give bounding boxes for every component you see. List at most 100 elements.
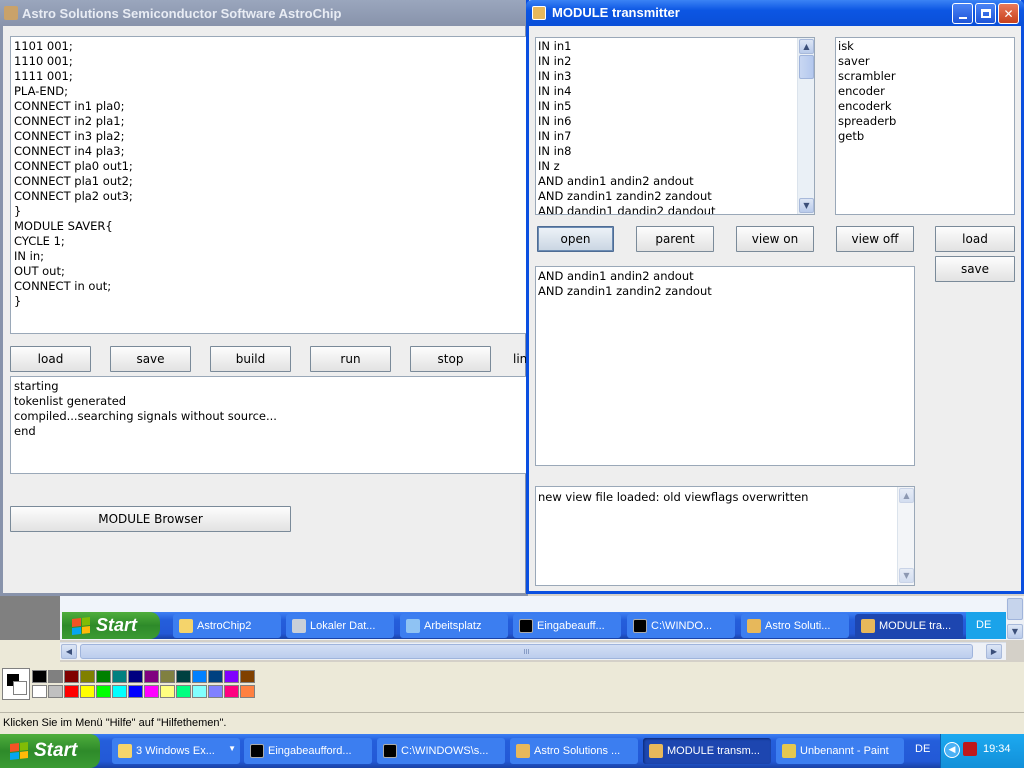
- stop-button[interactable]: stop: [410, 346, 491, 372]
- scroll-down-arrow-icon[interactable]: ▼: [899, 568, 914, 583]
- task-eingabeaufforderung[interactable]: Eingabeaufford...: [244, 738, 372, 764]
- task-paint[interactable]: Unbenannt - Paint: [776, 738, 904, 764]
- palette-swatch[interactable]: [96, 670, 111, 683]
- palette-swatch[interactable]: [112, 670, 127, 683]
- selection-textarea[interactable]: AND andin1 andin2 andout AND zandin1 zan…: [535, 266, 915, 466]
- palette-swatch[interactable]: [208, 685, 223, 698]
- signal-list-item[interactable]: AND zandin1 zandin2 zandout: [538, 189, 716, 204]
- module-list-item[interactable]: encoder: [838, 84, 896, 99]
- signal-list-item[interactable]: IN in6: [538, 114, 716, 129]
- astrochip-titlebar[interactable]: Astro Solutions Semiconductor Software A…: [0, 0, 526, 26]
- palette-swatch[interactable]: [48, 670, 63, 683]
- task-windows-explorer[interactable]: 3 Windows Ex... ▼: [112, 738, 240, 764]
- palette-swatch[interactable]: [160, 670, 175, 683]
- inner-task-astro[interactable]: Astro Soluti...: [741, 614, 849, 638]
- inner-task-module[interactable]: MODULE tra...: [855, 614, 963, 638]
- scroll-up-arrow-icon[interactable]: ▲: [799, 39, 814, 54]
- open-button[interactable]: open: [537, 226, 614, 252]
- paint-vscrollbar[interactable]: ▼: [1006, 596, 1024, 640]
- scroll-right-arrow-icon[interactable]: ▶: [986, 644, 1002, 659]
- module-list-item[interactable]: scrambler: [838, 69, 896, 84]
- palette-swatch[interactable]: [240, 685, 255, 698]
- tray-app-icon[interactable]: [963, 742, 977, 756]
- module-list-item[interactable]: getb: [838, 129, 896, 144]
- scroll-thumb[interactable]: III: [80, 644, 973, 659]
- inner-task-arbeitsplatz[interactable]: Arbeitsplatz: [400, 614, 508, 638]
- scroll-down-arrow-icon[interactable]: ▼: [799, 198, 814, 213]
- palette-swatch[interactable]: [176, 670, 191, 683]
- parent-button[interactable]: parent: [636, 226, 714, 252]
- palette-swatch[interactable]: [240, 670, 255, 683]
- scroll-left-arrow-icon[interactable]: ◀: [61, 644, 77, 659]
- signal-list-item[interactable]: AND andin1 andin2 andout: [538, 174, 716, 189]
- palette-swatch[interactable]: [64, 670, 79, 683]
- module-list[interactable]: isk saver scrambler encoder encoderk spreader…: [835, 37, 1015, 215]
- start-button[interactable]: Start: [0, 734, 100, 768]
- signal-list-item[interactable]: IN in5: [538, 99, 716, 114]
- module-list-item[interactable]: encoderk: [838, 99, 896, 114]
- current-colors[interactable]: [2, 668, 30, 700]
- maximize-button[interactable]: [975, 3, 996, 24]
- module-load-button[interactable]: load: [935, 226, 1015, 252]
- run-button[interactable]: run: [310, 346, 391, 372]
- signal-list-item[interactable]: IN z: [538, 159, 716, 174]
- palette-swatch[interactable]: [128, 685, 143, 698]
- inner-task-lokaler[interactable]: Lokaler Dat...: [286, 614, 394, 638]
- palette-swatch[interactable]: [112, 685, 127, 698]
- tray-expand-icon[interactable]: ◀: [944, 742, 960, 758]
- signal-list-item[interactable]: IN in8: [538, 144, 716, 159]
- palette-swatch[interactable]: [96, 685, 111, 698]
- palette-swatch[interactable]: [176, 685, 191, 698]
- scroll-thumb[interactable]: [1007, 598, 1023, 620]
- palette-swatch[interactable]: [64, 685, 79, 698]
- paint-hscrollbar[interactable]: ◀ III ▶: [60, 642, 1006, 660]
- palette-swatch[interactable]: [32, 670, 47, 683]
- view-on-button[interactable]: view on: [736, 226, 814, 252]
- palette-swatch[interactable]: [144, 670, 159, 683]
- signal-list-item[interactable]: IN in7: [538, 129, 716, 144]
- build-button[interactable]: build: [210, 346, 291, 372]
- view-off-button[interactable]: view off: [836, 226, 914, 252]
- inner-task-eingabe[interactable]: Eingabeauff...: [513, 614, 621, 638]
- palette-swatch[interactable]: [144, 685, 159, 698]
- module-list-item[interactable]: saver: [838, 54, 896, 69]
- scroll-down-arrow-icon[interactable]: ▼: [1007, 624, 1023, 639]
- palette-swatch[interactable]: [80, 670, 95, 683]
- task-module-transmitter[interactable]: MODULE transm...: [643, 738, 771, 764]
- palette-swatch[interactable]: [208, 670, 223, 683]
- load-button[interactable]: load: [10, 346, 91, 372]
- language-indicator[interactable]: DE: [915, 743, 930, 755]
- minimize-button[interactable]: [952, 3, 973, 24]
- palette-swatch[interactable]: [192, 685, 207, 698]
- palette-swatch[interactable]: [192, 670, 207, 683]
- close-button[interactable]: ✕: [998, 3, 1019, 24]
- palette-swatch[interactable]: [48, 685, 63, 698]
- signal-list-item[interactable]: IN in1: [538, 39, 716, 54]
- signal-list[interactable]: IN in1 IN in2 IN in3 IN in4 IN in5 IN in6 IN i…: [535, 37, 815, 215]
- inner-task-cwindows[interactable]: C:\WINDO...: [627, 614, 735, 638]
- module-save-button[interactable]: save: [935, 256, 1015, 282]
- palette-swatch[interactable]: [224, 685, 239, 698]
- save-button[interactable]: save: [110, 346, 191, 372]
- task-cwindows[interactable]: C:\WINDOWS\s...: [377, 738, 505, 764]
- code-editor[interactable]: 1101 001; 1110 001; 1111 001; PLA-END; C…: [10, 36, 530, 334]
- inner-lang-indicator[interactable]: DE: [976, 619, 991, 631]
- signal-list-item[interactable]: AND dandin1 dandin2 dandout: [538, 204, 716, 214]
- status-scrollbar[interactable]: ▲ ▼: [897, 487, 914, 585]
- palette-swatch[interactable]: [224, 670, 239, 683]
- task-astro-solutions[interactable]: Astro Solutions ...: [510, 738, 638, 764]
- palette-swatch[interactable]: [80, 685, 95, 698]
- palette-swatch[interactable]: [32, 685, 47, 698]
- module-list-item[interactable]: isk: [838, 39, 896, 54]
- palette-swatch[interactable]: [128, 670, 143, 683]
- scroll-up-arrow-icon[interactable]: ▲: [899, 488, 914, 503]
- inner-start-button[interactable]: Start: [62, 612, 160, 639]
- signal-list-item[interactable]: IN in4: [538, 84, 716, 99]
- module-titlebar[interactable]: MODULE transmitter ✕: [526, 0, 1024, 26]
- scroll-thumb[interactable]: [799, 55, 814, 79]
- clock[interactable]: 19:34: [983, 743, 1011, 755]
- module-list-item[interactable]: spreaderb: [838, 114, 896, 129]
- palette-swatch[interactable]: [160, 685, 175, 698]
- signal-list-item[interactable]: IN in3: [538, 69, 716, 84]
- signal-list-item[interactable]: IN in2: [538, 54, 716, 69]
